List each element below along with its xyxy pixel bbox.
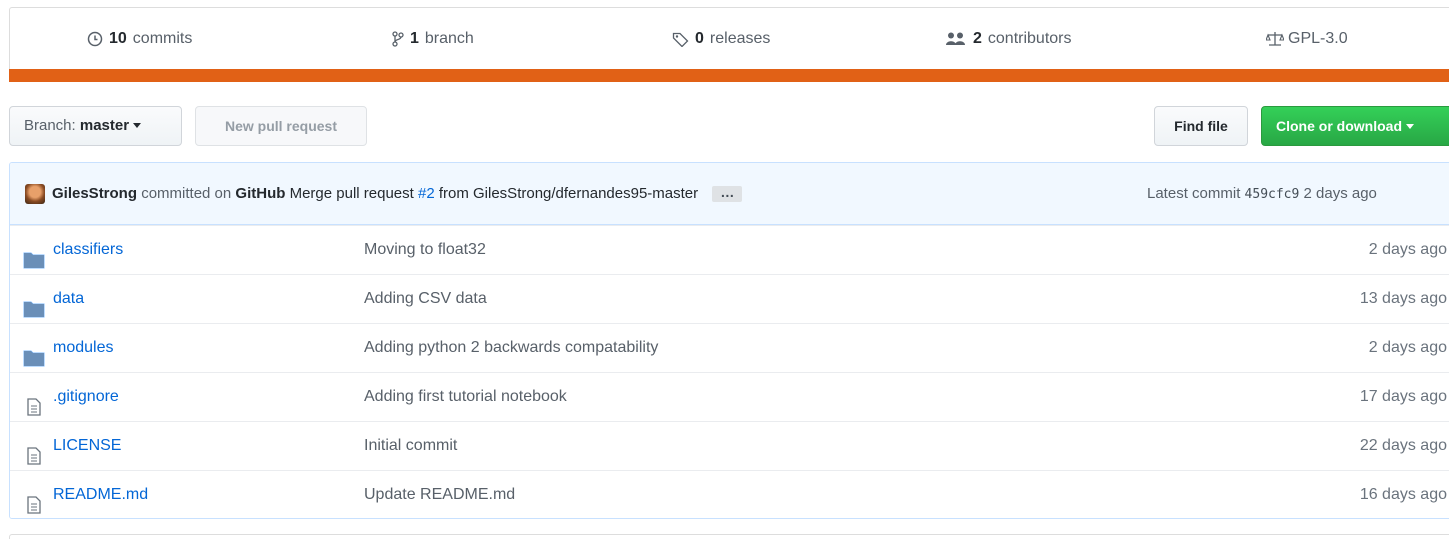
- commit-message-prefix[interactable]: Merge pull request: [290, 185, 414, 202]
- file-name-link[interactable]: data: [53, 275, 84, 323]
- commit-summary: GilesStrong committed on GitHub Merge pu…: [52, 163, 743, 225]
- find-file-button[interactable]: Find file: [1154, 106, 1248, 146]
- license-label: GPL-3.0: [1288, 30, 1348, 47]
- file-icon: [23, 388, 45, 416]
- readme-box-edge: [9, 534, 1449, 539]
- committed-on-text: committed on: [141, 185, 232, 202]
- file-row: LICENSE Initial commit 22 days ago: [10, 421, 1449, 470]
- file-icon: [23, 437, 45, 465]
- releases-label: releases: [709, 30, 771, 47]
- file-commit-message[interactable]: Initial commit: [364, 422, 457, 470]
- branch-prefix: Branch:: [24, 117, 76, 134]
- file-commit-message[interactable]: Adding python 2 backwards compatability: [364, 324, 658, 372]
- language-bar[interactable]: [9, 69, 1449, 82]
- avatar[interactable]: [25, 184, 45, 204]
- commit-sha-link[interactable]: 459cfc9: [1245, 187, 1300, 202]
- branches-link[interactable]: 1 branch: [392, 8, 474, 70]
- branch-select-button[interactable]: Branch: master: [9, 106, 182, 146]
- tag-icon: [672, 32, 689, 47]
- commits-label: commits: [132, 30, 193, 47]
- clone-or-download-button[interactable]: Clone or download: [1261, 106, 1449, 146]
- pull-request-link[interactable]: #2: [418, 185, 435, 202]
- branches-count: 1: [410, 30, 419, 47]
- file-name-link[interactable]: modules: [53, 324, 113, 372]
- file-age: 13 days ago: [1359, 290, 1447, 307]
- releases-link[interactable]: 0 releases: [672, 8, 770, 70]
- file-row: data Adding CSV data 13 days ago: [10, 274, 1449, 323]
- contributors-link[interactable]: 2 contributors: [945, 8, 1072, 70]
- file-name-link[interactable]: .gitignore: [53, 373, 119, 421]
- file-age: 16 days ago: [1359, 486, 1447, 503]
- contributors-label: contributors: [987, 30, 1072, 47]
- commits-count: 10: [109, 30, 127, 47]
- file-table: GilesStrong committed on GitHub Merge pu…: [9, 162, 1449, 519]
- commits-link[interactable]: 10 commits: [87, 8, 192, 70]
- chevron-down-icon: [1406, 123, 1414, 129]
- repo-page: 10 commits 1 branch 0 releases 2 contrib…: [0, 0, 1449, 539]
- branch-name: master: [79, 117, 130, 134]
- branches-label: branch: [424, 30, 474, 47]
- file-row: classifiers Moving to float32 2 days ago: [10, 225, 1449, 274]
- commit-tease: GilesStrong committed on GitHub Merge pu…: [10, 163, 1449, 225]
- clone-label: Clone or download: [1276, 118, 1402, 134]
- releases-count: 0: [695, 30, 704, 47]
- file-name-link[interactable]: README.md: [53, 471, 148, 518]
- new-pull-request-button[interactable]: New pull request: [195, 106, 367, 146]
- git-branch-icon: [392, 31, 404, 47]
- committer-platform: GitHub: [235, 185, 286, 202]
- commit-age: 2 days ago: [1303, 185, 1377, 202]
- file-commit-message[interactable]: Moving to float32: [364, 226, 486, 274]
- file-age: 17 days ago: [1359, 388, 1447, 405]
- file-age: 22 days ago: [1359, 437, 1447, 454]
- folder-icon: [23, 290, 45, 318]
- file-name-link[interactable]: LICENSE: [53, 422, 121, 470]
- file-commit-message[interactable]: Adding CSV data: [364, 275, 487, 323]
- license-link[interactable]: GPL-3.0: [1266, 8, 1348, 70]
- file-row: .gitignore Adding first tutorial notebook…: [10, 372, 1449, 421]
- contributors-count: 2: [973, 30, 982, 47]
- file-icon: [23, 486, 45, 514]
- commit-message-suffix[interactable]: from GilesStrong/dfernandes95-master: [439, 185, 698, 202]
- numbers-summary: 10 commits 1 branch 0 releases 2 contrib…: [9, 7, 1449, 69]
- file-commit-message[interactable]: Update README.md: [364, 471, 515, 518]
- people-icon: [946, 32, 965, 45]
- expand-commit-button[interactable]: …: [712, 185, 743, 203]
- folder-icon: [23, 241, 45, 269]
- history-icon: [87, 31, 103, 47]
- file-name-link[interactable]: classifiers: [53, 226, 123, 274]
- law-icon: [1266, 32, 1284, 46]
- file-age: 2 days ago: [1368, 241, 1447, 258]
- folder-icon: [23, 339, 45, 367]
- latest-commit-label: Latest commit: [1147, 185, 1241, 202]
- file-age: 2 days ago: [1368, 339, 1447, 356]
- commit-author[interactable]: GilesStrong: [52, 185, 137, 202]
- chevron-down-icon: [133, 122, 142, 128]
- file-row: README.md Update README.md 16 days ago: [10, 470, 1449, 518]
- file-commit-message[interactable]: Adding first tutorial notebook: [364, 373, 567, 421]
- latest-commit-info: Latest commit 459cfc9 2 days ago: [1147, 163, 1377, 226]
- file-row: modules Adding python 2 backwards compata…: [10, 323, 1449, 372]
